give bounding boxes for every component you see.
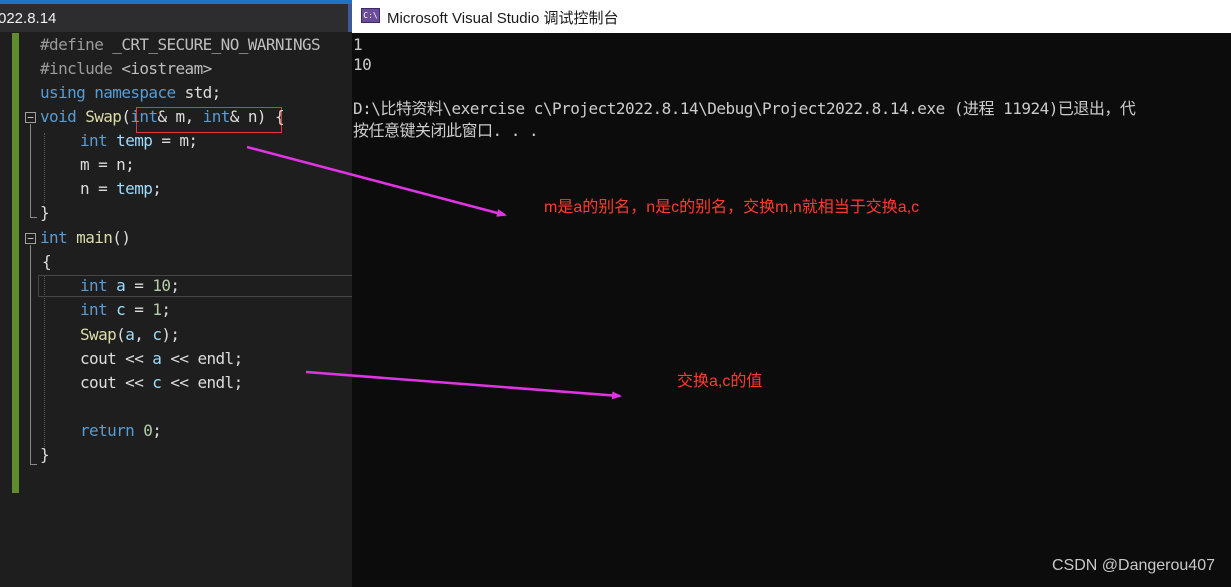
- directive: #include: [40, 59, 113, 78]
- code-text: {: [42, 252, 52, 271]
- keyword: int: [80, 131, 108, 150]
- console-output-line: 按任意键关闭此窗口. . .: [353, 121, 539, 140]
- directive: #define: [40, 35, 104, 54]
- code-text: ;: [152, 179, 162, 198]
- header-name: <iostream>: [121, 59, 212, 78]
- code-line-17[interactable]: return 0;: [80, 419, 162, 443]
- editor-tab[interactable]: 022.8.14: [0, 4, 352, 32]
- console-output-line: 1: [353, 35, 363, 54]
- keyword: int: [130, 107, 158, 126]
- code-text: << endl;: [161, 349, 243, 368]
- code-line-8[interactable]: }: [40, 201, 50, 225]
- code-text: (): [112, 228, 131, 247]
- code-text: (: [116, 325, 126, 344]
- number-literal: 1: [152, 300, 162, 319]
- fold-guide-main: [30, 245, 31, 457]
- code-text: & m,: [157, 107, 203, 126]
- keyword: int: [202, 107, 231, 126]
- code-text: & n): [229, 107, 267, 126]
- code-line-4[interactable]: void Swap(int& m, int& n) {: [40, 105, 285, 129]
- code-line-13[interactable]: Swap(a, c);: [80, 323, 180, 347]
- debug-console-window[interactable]: C:\ Microsoft Visual Studio 调试控制台 1 10 D…: [352, 0, 1231, 587]
- indent-guide-main: [44, 276, 45, 451]
- code-text: }: [40, 203, 50, 222]
- code-text: << endl;: [161, 373, 243, 392]
- console-title-bar[interactable]: C:\ Microsoft Visual Studio 调试控制台: [352, 0, 1231, 33]
- code-line-11[interactable]: int a = 10;: [80, 274, 180, 298]
- code-line-6[interactable]: m = n;: [80, 153, 135, 177]
- console-title: Microsoft Visual Studio 调试控制台: [387, 10, 619, 27]
- code-text: =: [125, 300, 153, 319]
- code-text: std;: [184, 83, 222, 102]
- code-line-10[interactable]: {: [42, 250, 52, 274]
- annotation-swap-values: 交换a,c的值: [677, 373, 763, 390]
- code-text: =: [125, 276, 153, 295]
- variable: a: [125, 325, 135, 344]
- code-text: ;: [161, 300, 171, 319]
- variable: c: [152, 373, 162, 392]
- fold-end-main: [30, 450, 37, 465]
- code-text: }: [40, 445, 50, 464]
- code-line-3[interactable]: using namespace std;: [40, 81, 221, 105]
- variable: a: [116, 276, 126, 295]
- code-text: ;: [152, 421, 162, 440]
- variable: temp: [116, 131, 153, 150]
- code-line-5[interactable]: int temp = m;: [80, 129, 198, 153]
- code-line-12[interactable]: int c = 1;: [80, 298, 171, 322]
- code-text: cout <<: [80, 349, 153, 368]
- code-text: cout <<: [80, 373, 153, 392]
- variable: a: [152, 349, 162, 368]
- code-text: );: [161, 325, 180, 344]
- fold-guide-swap: [30, 124, 31, 214]
- macro-name: _CRT_SECURE_NO_WARNINGS: [112, 35, 321, 54]
- code-editor[interactable]: 022.8.14 − − #define _CRT_SECURE_NO_WARN…: [0, 0, 352, 587]
- code-line-1[interactable]: #define _CRT_SECURE_NO_WARNINGS: [40, 33, 321, 57]
- code-text: {: [265, 107, 285, 126]
- change-tracking-bar: [12, 33, 19, 493]
- code-line-7[interactable]: n = temp;: [80, 177, 162, 201]
- variable: c: [152, 325, 162, 344]
- code-line-14[interactable]: cout << a << endl;: [80, 347, 243, 371]
- fold-end-swap: [30, 205, 37, 218]
- watermark: CSDN @Dangerou407: [1052, 557, 1215, 574]
- function-name: Swap: [85, 107, 122, 126]
- number-literal: 10: [152, 276, 171, 295]
- function-name: main: [76, 228, 113, 247]
- keyword: namespace: [94, 83, 176, 102]
- code-line-15[interactable]: cout << c << endl;: [80, 371, 243, 395]
- number-literal: 0: [134, 421, 153, 440]
- keyword: int: [80, 276, 108, 295]
- collapse-main-icon[interactable]: −: [25, 233, 36, 244]
- code-line-9[interactable]: int main(): [40, 226, 131, 250]
- code-text: m = n;: [80, 155, 135, 174]
- editor-tab-title: 022.8.14: [0, 10, 57, 27]
- console-output-line: 10: [353, 55, 372, 74]
- console-output-line: D:\比特资料\exercise c\Project2022.8.14\Debu…: [353, 99, 1136, 118]
- keyword: return: [80, 421, 135, 440]
- variable: c: [116, 300, 126, 319]
- code-text: ,: [134, 325, 153, 344]
- collapse-swap-icon[interactable]: −: [25, 112, 36, 123]
- console-app-icon: C:\: [361, 8, 380, 23]
- variable: temp: [116, 179, 153, 198]
- keyword: void: [40, 107, 77, 126]
- keyword: int: [80, 300, 108, 319]
- code-line-18[interactable]: }: [40, 443, 50, 467]
- code-text: ;: [170, 276, 180, 295]
- annotation-alias-explanation: m是a的别名，n是c的别名，交换m,n就相当于交换a,c: [544, 199, 920, 216]
- keyword: int: [40, 228, 68, 247]
- code-line-2[interactable]: #include <iostream>: [40, 57, 212, 81]
- code-text: = m;: [152, 131, 198, 150]
- keyword: using: [40, 83, 86, 102]
- code-text: n =: [80, 179, 117, 198]
- function-name: Swap: [80, 325, 117, 344]
- indent-guide-swap: [44, 133, 45, 203]
